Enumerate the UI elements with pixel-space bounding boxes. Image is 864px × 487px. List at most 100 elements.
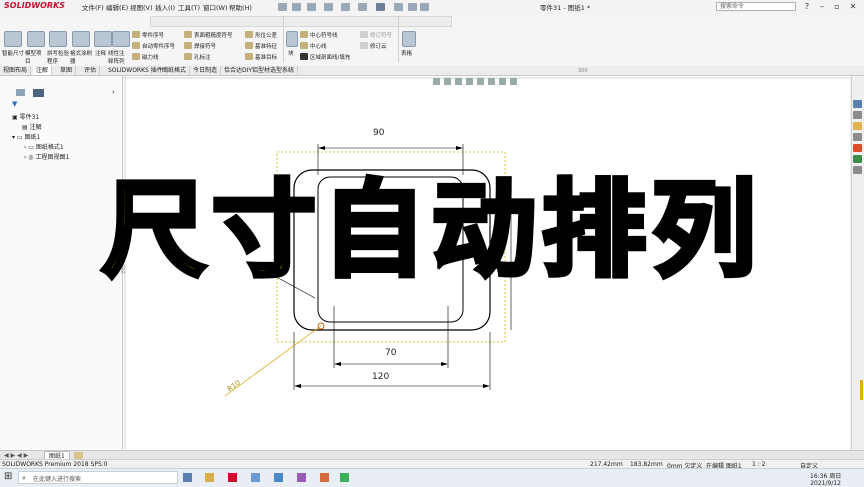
note-icon[interactable]: [94, 31, 112, 47]
balloon-button[interactable]: 零件序号: [142, 31, 164, 39]
linear-pattern-icon[interactable]: [112, 31, 130, 47]
app-taskbar-icon[interactable]: [274, 473, 283, 482]
surface-finish-button[interactable]: 表面粗糙度符号: [194, 31, 233, 39]
display-style-icon[interactable]: [477, 78, 484, 85]
app-taskbar-icon[interactable]: [340, 473, 349, 482]
block-icon[interactable]: [286, 31, 298, 47]
appearance-icon[interactable]: [499, 78, 506, 85]
file-explorer-icon[interactable]: [853, 122, 862, 130]
options-icon[interactable]: [408, 3, 417, 11]
close-button[interactable]: ✕: [846, 1, 860, 12]
dim-text-90[interactable]: 90: [373, 128, 384, 138]
clock[interactable]: 16:36 周日 2021/9/12: [810, 471, 841, 487]
tree-item-annotations[interactable]: ▤ 注解: [22, 122, 42, 131]
area-hatch-button[interactable]: 区域剖面线/填充: [310, 53, 350, 61]
filter-icon[interactable]: ▼: [12, 100, 17, 108]
sheet-nav-icon[interactable]: ◀ ▶ ◀ ▶: [4, 452, 28, 459]
minimize-button[interactable]: –: [815, 1, 829, 12]
hole-callout-button[interactable]: 孔标注: [194, 53, 211, 61]
panel-expand-icon[interactable]: ›: [112, 88, 115, 96]
new-icon[interactable]: [292, 3, 301, 11]
tree-root[interactable]: ▣ 零件31: [12, 112, 39, 121]
zoom-fit-icon[interactable]: [433, 78, 440, 85]
table-icon[interactable]: [402, 31, 416, 47]
note-label[interactable]: 注释: [95, 49, 106, 57]
datum-target-button[interactable]: 基准目标: [255, 53, 277, 61]
search-commands-input[interactable]: 搜索命令: [716, 2, 796, 11]
magnetic-line-button[interactable]: 磁力线: [142, 53, 159, 61]
scroll-indicator[interactable]: [860, 380, 863, 400]
home-icon[interactable]: [278, 3, 287, 11]
gdt-button[interactable]: 形位公差: [255, 31, 277, 39]
menu-view[interactable]: 视图(V): [130, 2, 153, 12]
hide-show-icon[interactable]: [488, 78, 495, 85]
help-icon[interactable]: ?: [800, 1, 814, 12]
smart-dimension-icon[interactable]: [4, 31, 22, 47]
menu-help[interactable]: 帮助(H): [229, 2, 252, 12]
tab-sheet-format[interactable]: 图纸格式: [159, 66, 191, 75]
file-explorer-taskbar-icon[interactable]: [205, 473, 214, 482]
previous-view-icon[interactable]: [455, 78, 462, 85]
format-painter-icon[interactable]: [72, 31, 90, 47]
menu-edit[interactable]: 编辑(E): [106, 2, 128, 12]
center-mark-button[interactable]: 中心符号线: [310, 31, 338, 39]
heads-up-toolbar[interactable]: [150, 16, 452, 27]
tab-diy-aluminum[interactable]: 恰合达DIY铝型材选型系统: [221, 66, 299, 75]
datum-feature-button[interactable]: 基准特征: [255, 42, 277, 50]
view-palette-icon[interactable]: [853, 133, 862, 141]
app-taskbar-icon[interactable]: [320, 473, 329, 482]
design-library-icon[interactable]: [853, 111, 862, 119]
menu-insert[interactable]: 插入(I): [155, 2, 175, 12]
add-sheet-icon[interactable]: [74, 452, 83, 459]
appearances-icon[interactable]: [853, 144, 862, 152]
section-view-icon[interactable]: [466, 78, 473, 85]
app-taskbar-icon[interactable]: [251, 473, 260, 482]
select-icon[interactable]: [376, 3, 385, 11]
rebuild-icon[interactable]: [394, 3, 403, 11]
resources-icon[interactable]: [853, 100, 862, 108]
tab-make-today[interactable]: 今日制造: [190, 66, 222, 75]
menu-file[interactable]: 文件(F): [82, 2, 104, 12]
revision-symbol-button[interactable]: 修订符号: [370, 31, 392, 39]
spell-check-icon[interactable]: [49, 31, 67, 47]
revision-cloud-button[interactable]: 修订云: [370, 42, 387, 50]
undo-icon[interactable]: [358, 3, 367, 11]
restore-button[interactable]: ▫: [830, 1, 844, 12]
feature-tree-tab-icon[interactable]: [16, 89, 25, 96]
spell-check-label[interactable]: 拼写检验程序: [47, 49, 69, 65]
open-icon[interactable]: [307, 3, 316, 11]
status-scale[interactable]: 1 : 2: [752, 461, 765, 468]
windows-start-icon[interactable]: ⊞: [4, 472, 14, 482]
dim-text-120[interactable]: 120: [372, 372, 389, 382]
tab-evaluate[interactable]: 评估: [81, 66, 101, 75]
custom-properties-icon[interactable]: [853, 155, 862, 163]
weld-symbol-button[interactable]: 焊接符号: [194, 42, 216, 50]
menu-window[interactable]: 窗口(W): [203, 2, 228, 12]
block-label[interactable]: 块: [288, 49, 294, 57]
menu-tools[interactable]: 工具(T): [178, 2, 200, 12]
auto-balloon-button[interactable]: 自动零件序号: [142, 42, 175, 50]
solidworks-taskbar-icon[interactable]: [228, 473, 237, 482]
format-painter-label[interactable]: 格式涂刷器: [70, 49, 92, 65]
smart-dimension-label[interactable]: 智能尺寸: [2, 49, 24, 57]
taskbar-search-box[interactable]: ⌕ 在此键入进行搜索: [18, 471, 178, 484]
scene-icon[interactable]: [510, 78, 517, 85]
save-icon[interactable]: [324, 3, 333, 11]
tree-item-drawing-view[interactable]: › ◎ 工程图视图1: [24, 152, 69, 161]
print-icon[interactable]: [341, 3, 350, 11]
tab-annotation[interactable]: 注解: [33, 66, 53, 75]
zoom-area-icon[interactable]: [444, 78, 451, 85]
settings-icon[interactable]: [420, 3, 429, 11]
model-items-icon[interactable]: [27, 31, 45, 47]
linear-pattern-label[interactable]: 线性注释阵列: [108, 49, 128, 65]
tree-item-sheet-format[interactable]: › ▭ 图纸格式1: [24, 142, 64, 151]
table-label[interactable]: 表格: [401, 49, 412, 57]
dim-text-70[interactable]: 70: [385, 348, 396, 358]
model-items-label[interactable]: 模型项目: [25, 49, 45, 65]
tree-item-sheet1[interactable]: ▾ ▭ 图纸1: [12, 132, 40, 141]
app-taskbar-icon[interactable]: [297, 473, 306, 482]
tab-view-layout[interactable]: 视图布局: [0, 66, 32, 75]
centerline-button[interactable]: 中心线: [310, 42, 327, 50]
tab-addins[interactable]: SOLIDWORKS 插件: [105, 66, 167, 75]
property-tab-icon[interactable]: [33, 89, 44, 97]
